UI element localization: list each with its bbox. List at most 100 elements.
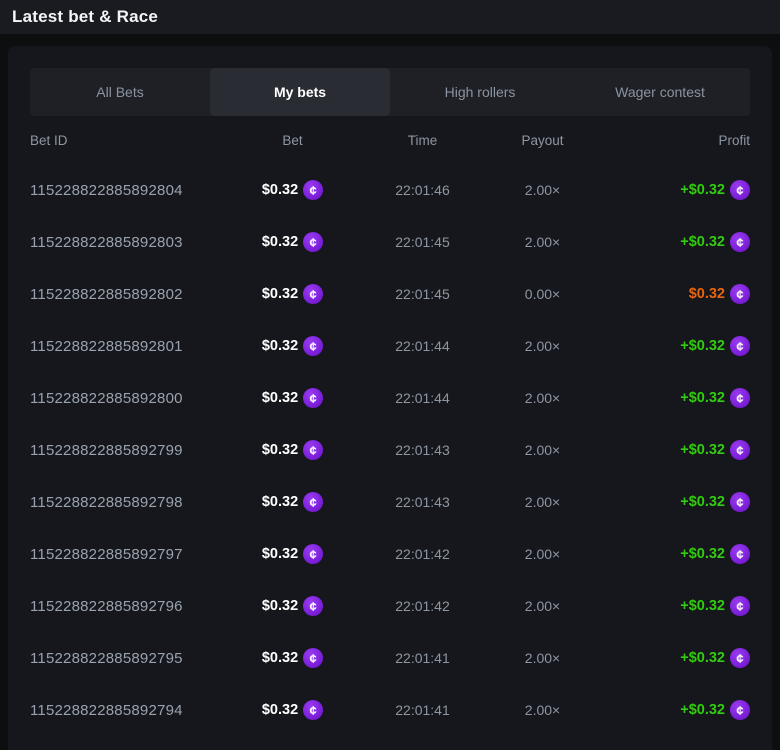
profit-amount: +$0.32 (680, 702, 725, 718)
bet-amount: $0.32 (262, 442, 298, 458)
table-row: 115228822885892796 $0.32 ¢ 22:01:42 2.00… (30, 580, 750, 632)
table-row: 115228822885892794 $0.32 ¢ 22:01:41 2.00… (30, 684, 750, 736)
profit-amount: +$0.32 (680, 442, 725, 458)
coin-icon: ¢ (730, 232, 750, 252)
profit-cell: +$0.32 ¢ (590, 388, 750, 408)
bet-amount-cell: $0.32 ¢ (235, 492, 350, 512)
bet-amount-cell: $0.32 ¢ (235, 440, 350, 460)
bet-amount-cell: $0.32 ¢ (235, 700, 350, 720)
table-row: 115228822885892799 $0.32 ¢ 22:01:43 2.00… (30, 424, 750, 476)
bet-time-cell: 22:01:41 (350, 702, 495, 718)
coin-icon: ¢ (730, 648, 750, 668)
page-header: Latest bet & Race (0, 0, 780, 34)
profit-amount: $0.32 (689, 286, 725, 302)
tab-high-rollers[interactable]: High rollers (390, 68, 570, 116)
coin-icon: ¢ (730, 544, 750, 564)
bet-amount: $0.32 (262, 286, 298, 302)
bet-time-cell: 22:01:43 (350, 494, 495, 510)
coin-icon: ¢ (303, 544, 323, 564)
profit-amount: +$0.32 (680, 598, 725, 614)
bet-id-cell: 115228822885892797 (30, 546, 235, 563)
profit-cell: +$0.32 ¢ (590, 180, 750, 200)
table-row: 115228822885892795 $0.32 ¢ 22:01:41 2.00… (30, 632, 750, 684)
coin-icon: ¢ (303, 596, 323, 616)
bet-id-cell: 115228822885892796 (30, 598, 235, 615)
column-header-profit: Profit (590, 133, 750, 148)
coin-icon: ¢ (303, 336, 323, 356)
payout-cell: 2.00× (495, 702, 590, 718)
bet-time-cell: 22:01:44 (350, 390, 495, 406)
bet-amount-cell: $0.32 ¢ (235, 180, 350, 200)
bet-time-cell: 22:01:42 (350, 546, 495, 562)
bet-id-cell: 115228822885892800 (30, 390, 235, 407)
profit-amount: +$0.32 (680, 650, 725, 666)
column-header-payout: Payout (495, 133, 590, 148)
payout-cell: 2.00× (495, 650, 590, 666)
bet-time-cell: 22:01:45 (350, 286, 495, 302)
bet-time-cell: 22:01:42 (350, 598, 495, 614)
bet-amount-cell: $0.32 ¢ (235, 284, 350, 304)
tab-wager-contest[interactable]: Wager contest (570, 68, 750, 116)
bet-amount-cell: $0.32 ¢ (235, 648, 350, 668)
table-row: 115228822885892800 $0.32 ¢ 22:01:44 2.00… (30, 372, 750, 424)
table-header: Bet ID Bet Time Payout Profit (30, 116, 750, 164)
bet-time-cell: 22:01:41 (350, 650, 495, 666)
coin-icon: ¢ (730, 440, 750, 460)
bet-time-cell: 22:01:46 (350, 182, 495, 198)
profit-cell: +$0.32 ¢ (590, 440, 750, 460)
coin-icon: ¢ (730, 700, 750, 720)
tab-my-bets[interactable]: My bets (210, 68, 390, 116)
bet-id-cell: 115228822885892801 (30, 338, 235, 355)
payout-cell: 0.00× (495, 286, 590, 302)
coin-icon: ¢ (730, 492, 750, 512)
payout-cell: 2.00× (495, 494, 590, 510)
column-header-bet: Bet (235, 133, 350, 148)
coin-icon: ¢ (303, 180, 323, 200)
payout-cell: 2.00× (495, 442, 590, 458)
coin-icon: ¢ (303, 232, 323, 252)
payout-cell: 2.00× (495, 546, 590, 562)
bet-amount: $0.32 (262, 546, 298, 562)
bet-id-cell: 115228822885892798 (30, 494, 235, 511)
payout-cell: 2.00× (495, 390, 590, 406)
profit-amount: +$0.32 (680, 390, 725, 406)
page-title: Latest bet & Race (12, 7, 158, 27)
bet-amount-cell: $0.32 ¢ (235, 388, 350, 408)
profit-amount: +$0.32 (680, 234, 725, 250)
coin-icon: ¢ (303, 700, 323, 720)
bet-amount-cell: $0.32 ¢ (235, 596, 350, 616)
table-row: 115228822885892802 $0.32 ¢ 22:01:45 0.00… (30, 268, 750, 320)
bet-id-cell: 115228822885892803 (30, 234, 235, 251)
profit-cell: +$0.32 ¢ (590, 596, 750, 616)
payout-cell: 2.00× (495, 338, 590, 354)
bet-id-cell: 115228822885892802 (30, 286, 235, 303)
bet-amount: $0.32 (262, 234, 298, 250)
coin-icon: ¢ (303, 648, 323, 668)
coin-icon: ¢ (303, 440, 323, 460)
coin-icon: ¢ (730, 180, 750, 200)
bet-amount: $0.32 (262, 702, 298, 718)
bet-amount: $0.32 (262, 650, 298, 666)
payout-cell: 2.00× (495, 234, 590, 250)
payout-cell: 2.00× (495, 598, 590, 614)
bet-amount-cell: $0.32 ¢ (235, 336, 350, 356)
profit-cell: +$0.32 ¢ (590, 492, 750, 512)
payout-cell: 2.00× (495, 182, 590, 198)
coin-icon: ¢ (730, 388, 750, 408)
profit-amount: +$0.32 (680, 182, 725, 198)
table-row: 115228822885892803 $0.32 ¢ 22:01:45 2.00… (30, 216, 750, 268)
coin-icon: ¢ (303, 284, 323, 304)
profit-cell: +$0.32 ¢ (590, 648, 750, 668)
column-header-time: Time (350, 133, 495, 148)
coin-icon: ¢ (730, 596, 750, 616)
bet-time-cell: 22:01:44 (350, 338, 495, 354)
bet-amount-cell: $0.32 ¢ (235, 232, 350, 252)
table-row: 115228822885892804 $0.32 ¢ 22:01:46 2.00… (30, 164, 750, 216)
bet-amount: $0.32 (262, 338, 298, 354)
bet-time-cell: 22:01:43 (350, 442, 495, 458)
profit-cell: $0.32 ¢ (590, 284, 750, 304)
bet-amount: $0.32 (262, 494, 298, 510)
bet-id-cell: 115228822885892795 (30, 650, 235, 667)
coin-icon: ¢ (730, 336, 750, 356)
tab-all-bets[interactable]: All Bets (30, 68, 210, 116)
